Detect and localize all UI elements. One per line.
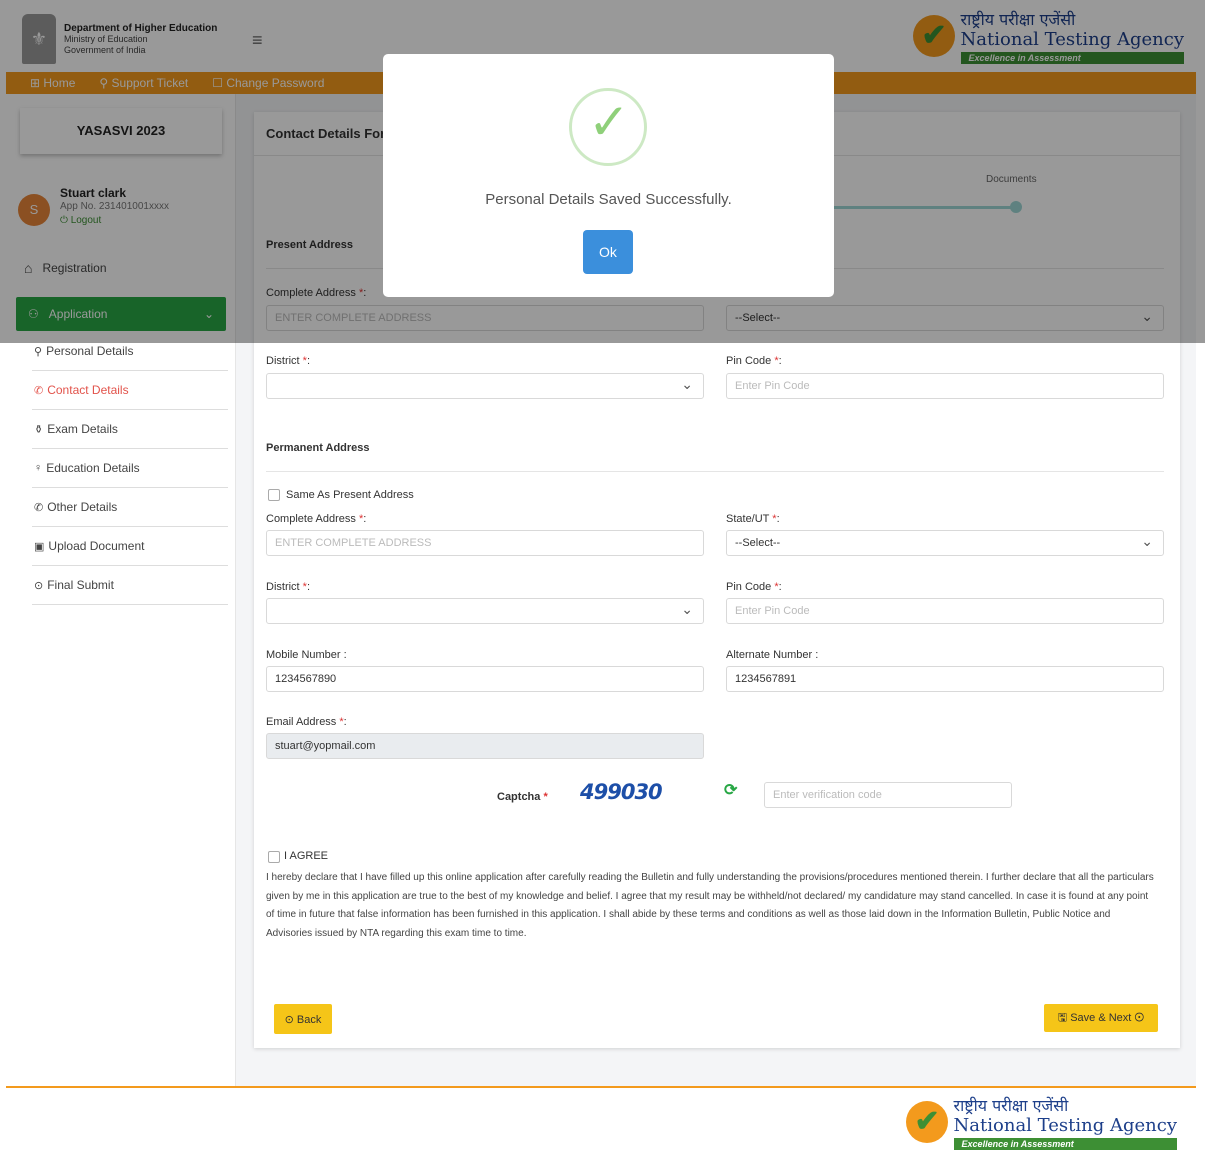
nta-hindi-text: राष्ट्रीय परीक्षा एजेंसी (953, 1096, 1069, 1115)
permanent-complete-address-input[interactable]: ENTER COMPLETE ADDRESS (266, 530, 704, 556)
filter-icon: ⚱ (34, 423, 44, 436)
submenu-final-submit[interactable]: ⊙ Final Submit (32, 566, 228, 605)
nta-check-icon (905, 1101, 948, 1143)
agree-checkbox[interactable] (268, 851, 280, 863)
phone-icon: ✆ (34, 501, 44, 514)
same-as-present-checkbox[interactable] (268, 489, 280, 501)
divider (266, 471, 1164, 472)
user-icon: ⚲ (34, 345, 43, 358)
submenu-label: Education Details (46, 461, 140, 475)
nta-tagline: Excellence in Assessment (953, 1138, 1177, 1150)
permanent-district-select[interactable] (266, 598, 704, 624)
success-modal: Personal Details Saved Successfully. Ok (383, 54, 834, 297)
alternate-number-input[interactable]: 1234567891 (726, 666, 1164, 692)
success-check-icon (569, 88, 647, 166)
permanent-state-select[interactable]: --Select-- (726, 530, 1164, 556)
submenu-contact-details[interactable]: ✆ Contact Details (32, 371, 228, 410)
pincode-label: Pin Code *: (726, 355, 782, 367)
submenu-upload-document[interactable]: ▣ Upload Document (32, 527, 228, 566)
email-label: Email Address *: (266, 716, 347, 728)
phone-icon: ✆ (34, 384, 44, 397)
upload-icon: ▣ (34, 540, 45, 553)
submit-icon: ⊙ (34, 579, 44, 592)
district-label: District *: (266, 581, 311, 593)
complete-address-label: Complete Address *: (266, 513, 367, 525)
submenu-label: Personal Details (46, 344, 134, 358)
nta-english-text: National Testing Agency (953, 1115, 1177, 1136)
captcha-image: 499030 (580, 780, 663, 804)
submenu-label: Exam Details (47, 422, 118, 436)
submenu-education-details[interactable]: ♀ Education Details (32, 449, 228, 488)
back-button[interactable]: ⊙ Back (274, 1004, 332, 1034)
submenu-other-details[interactable]: ✆ Other Details (32, 488, 228, 527)
district-label: District *: (266, 355, 311, 367)
mobile-input[interactable]: 1234567890 (266, 666, 704, 692)
refresh-icon[interactable]: ⟳ (724, 780, 737, 800)
permanent-pincode-input[interactable]: Enter Pin Code (726, 598, 1164, 624)
mobile-label: Mobile Number : (266, 649, 347, 661)
state-label: State/UT *: (726, 513, 780, 525)
permanent-address-heading: Permanent Address (266, 442, 370, 454)
application-submenu: ⚲ Personal Details ✆ Contact Details ⚱ Exam… (32, 332, 228, 605)
same-as-present-label: Same As Present Address (286, 489, 414, 501)
footer-divider (6, 1086, 1196, 1088)
submenu-exam-details[interactable]: ⚱ Exam Details (32, 410, 228, 449)
ok-button[interactable]: Ok (583, 230, 633, 274)
alternate-number-label: Alternate Number : (726, 649, 819, 661)
education-icon: ♀ (34, 462, 43, 474)
submenu-label: Other Details (47, 500, 118, 514)
submenu-label: Contact Details (47, 383, 129, 397)
footer-nta-logo: राष्ट्रीय परीक्षा एजेंसी National Testin… (905, 1094, 1177, 1150)
present-district-select[interactable] (266, 373, 704, 399)
email-input: stuart@yopmail.com (266, 733, 704, 759)
captcha-input[interactable]: Enter verification code (764, 782, 1012, 808)
declaration-text: I hereby declare that I have filled up t… (266, 872, 1154, 939)
pincode-label: Pin Code *: (726, 581, 782, 593)
submenu-label: Final Submit (47, 578, 114, 592)
submenu-label: Upload Document (48, 539, 145, 553)
agree-label: I AGREE (284, 850, 329, 862)
modal-message: Personal Details Saved Successfully. (485, 191, 732, 208)
save-next-button[interactable]: 🖫 Save & Next ⊙ (1044, 1004, 1158, 1032)
captcha-label: Captcha * (497, 791, 548, 803)
present-pincode-input[interactable]: Enter Pin Code (726, 373, 1164, 399)
